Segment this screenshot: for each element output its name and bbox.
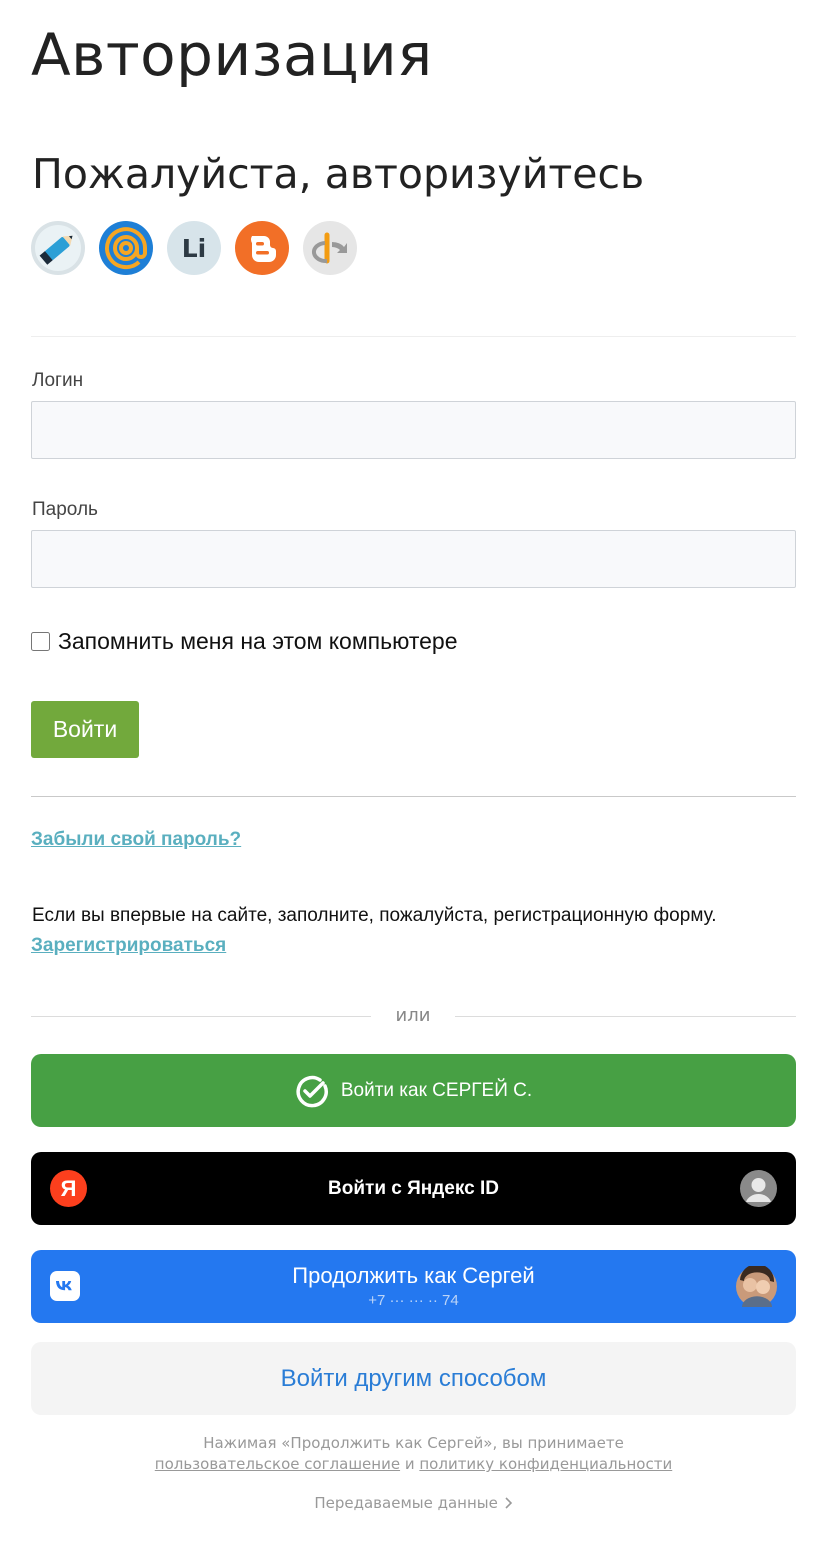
or-divider-text: или [395,1005,431,1026]
page-title: Авторизация [31,21,433,89]
yandex-id-label: Войти с Яндекс ID [328,1177,499,1199]
vk-logo-icon [50,1271,80,1304]
login-button[interactable]: Войти [31,701,139,758]
vk-avatar-icon [736,1263,777,1310]
vk-id-button[interactable]: Продолжить как Сергей +7 ··· ··· ·· 74 [31,1250,796,1323]
password-label: Пароль [32,499,98,520]
chevron-right-icon [503,1494,513,1512]
user-agreement-link[interactable]: пользовательское соглашение [155,1455,400,1473]
or-divider-right [455,1016,796,1017]
form-divider [31,796,796,797]
transferred-data-label: Передаваемые данные [314,1494,498,1512]
vk-phone: +7 ··· ··· ·· 74 [368,1291,459,1309]
login-input[interactable] [31,401,796,459]
mail-ru-icon[interactable] [99,221,153,275]
sber-id-button[interactable]: Войти как СЕРГЕЙ С. [31,1054,796,1127]
remember-me[interactable]: Запомнить меня на этом компьютере [31,628,458,655]
forgot-password-link[interactable]: Забыли свой пароль? [31,829,241,851]
sber-id-label: Войти как СЕРГЕЙ С. [340,1079,533,1101]
terms-conjunction: и [404,1455,415,1473]
register-note: Если вы впервые на сайте, заполните, пож… [32,905,717,926]
password-input[interactable] [31,530,796,588]
terms-text: Нажимая «Продолжить как Сергей», вы прин… [31,1433,796,1475]
yandex-avatar-icon [740,1170,777,1213]
transferred-data-link[interactable]: Передаваемые данные [31,1494,796,1512]
blogger-icon[interactable] [235,221,289,275]
other-method-button[interactable]: Войти другим способом [31,1342,796,1415]
remember-checkbox[interactable] [31,632,50,651]
provider-list: Li [31,221,357,275]
section-divider [31,336,796,337]
openid-icon[interactable] [303,221,357,275]
page-subtitle: Пожалуйста, авторизуйтесь [32,150,645,198]
yandex-logo-icon: Я [50,1170,87,1207]
vk-id-label: Продолжить как Сергей [292,1263,535,1289]
livejournal-icon[interactable] [31,221,85,275]
yandex-id-button[interactable]: Я Войти с Яндекс ID [31,1152,796,1225]
terms-prefix: Нажимая «Продолжить как Сергей», вы прин… [203,1434,624,1452]
liveinternet-glyph: Li [181,233,207,263]
remember-label: Запомнить меня на этом компьютере [58,628,458,654]
privacy-policy-link[interactable]: политику конфиденциальности [419,1455,672,1473]
register-link[interactable]: Зарегистрироваться [31,935,226,957]
or-divider-left [31,1016,371,1017]
sber-check-icon [296,1075,328,1107]
login-label: Логин [32,370,84,391]
liveinternet-icon[interactable]: Li [167,221,221,275]
